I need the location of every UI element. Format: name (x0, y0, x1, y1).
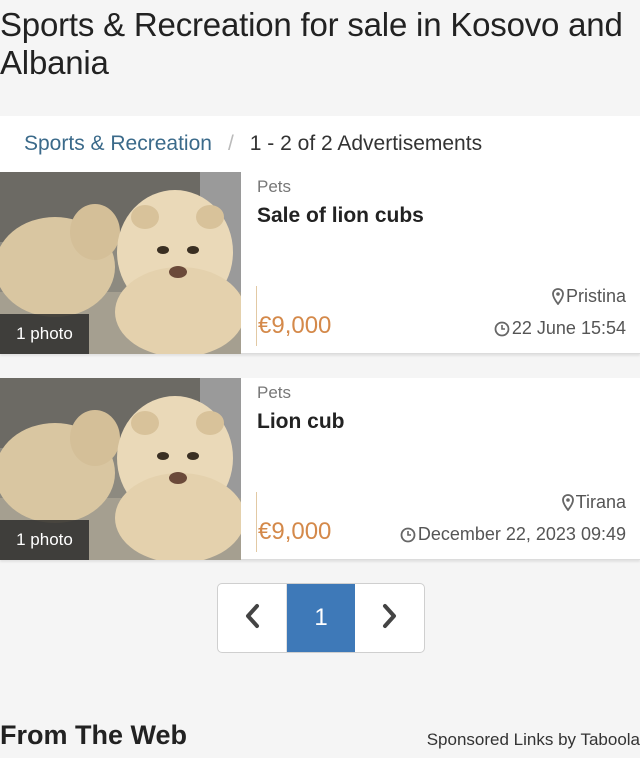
chevron-right-icon (381, 603, 399, 634)
listing-price: €9,000 (258, 518, 332, 545)
next-page-button[interactable] (355, 584, 424, 652)
map-marker-icon (561, 494, 574, 511)
listing-category: Pets (257, 383, 292, 402)
results-count: 1 - 2 of 2 Advertisements (249, 132, 483, 155)
breadcrumb-separator: / (227, 132, 234, 155)
price-divider (256, 492, 257, 552)
date-text: 22 June 15:54 (511, 318, 626, 338)
listing-card[interactable]: 1 photo Pets Lion cub €9,000 Tirana Dece… (0, 378, 640, 560)
listing-title[interactable]: Lion cub (257, 410, 345, 434)
listing-location: Pristina (552, 286, 626, 307)
listing-price: €9,000 (258, 312, 332, 339)
location-text: Tirana (575, 492, 626, 512)
prev-page-button[interactable] (218, 584, 287, 652)
location-text: Pristina (565, 286, 626, 306)
page-title: Sports & Recreation for sale in Kosovo a… (0, 6, 623, 81)
page-button-current[interactable]: 1 (286, 584, 356, 652)
photo-count-badge: 1 photo (0, 314, 89, 354)
listing-location: Tirana (561, 492, 626, 513)
listing-date: December 22, 2023 09:49 (400, 524, 626, 545)
price-divider (256, 286, 257, 346)
listing-card[interactable]: 1 photo Pets Sale of lion cubs €9,000 Pr… (0, 172, 640, 354)
map-marker-icon (552, 288, 564, 305)
listing-category: Pets (257, 177, 292, 196)
clock-icon (400, 527, 416, 543)
listing-photo[interactable]: 1 photo (0, 172, 241, 354)
breadcrumb: Sports & Recreation / 1 - 2 of 2 Adverti… (0, 116, 640, 172)
listing-title[interactable]: Sale of lion cubs (257, 204, 424, 228)
listing-date: 22 June 15:54 (494, 318, 626, 339)
photo-count-badge: 1 photo (0, 520, 89, 560)
sponsored-links-label[interactable]: Sponsored Links by Taboola (427, 730, 640, 750)
date-text: December 22, 2023 09:49 (417, 524, 626, 544)
breadcrumb-category-link[interactable]: Sports & Recreation (24, 132, 212, 156)
chevron-left-icon (243, 603, 261, 634)
listing-photo[interactable]: 1 photo (0, 378, 241, 560)
clock-icon (494, 321, 510, 337)
pagination: 1 (217, 583, 425, 653)
from-the-web-heading: From The Web (0, 720, 188, 750)
